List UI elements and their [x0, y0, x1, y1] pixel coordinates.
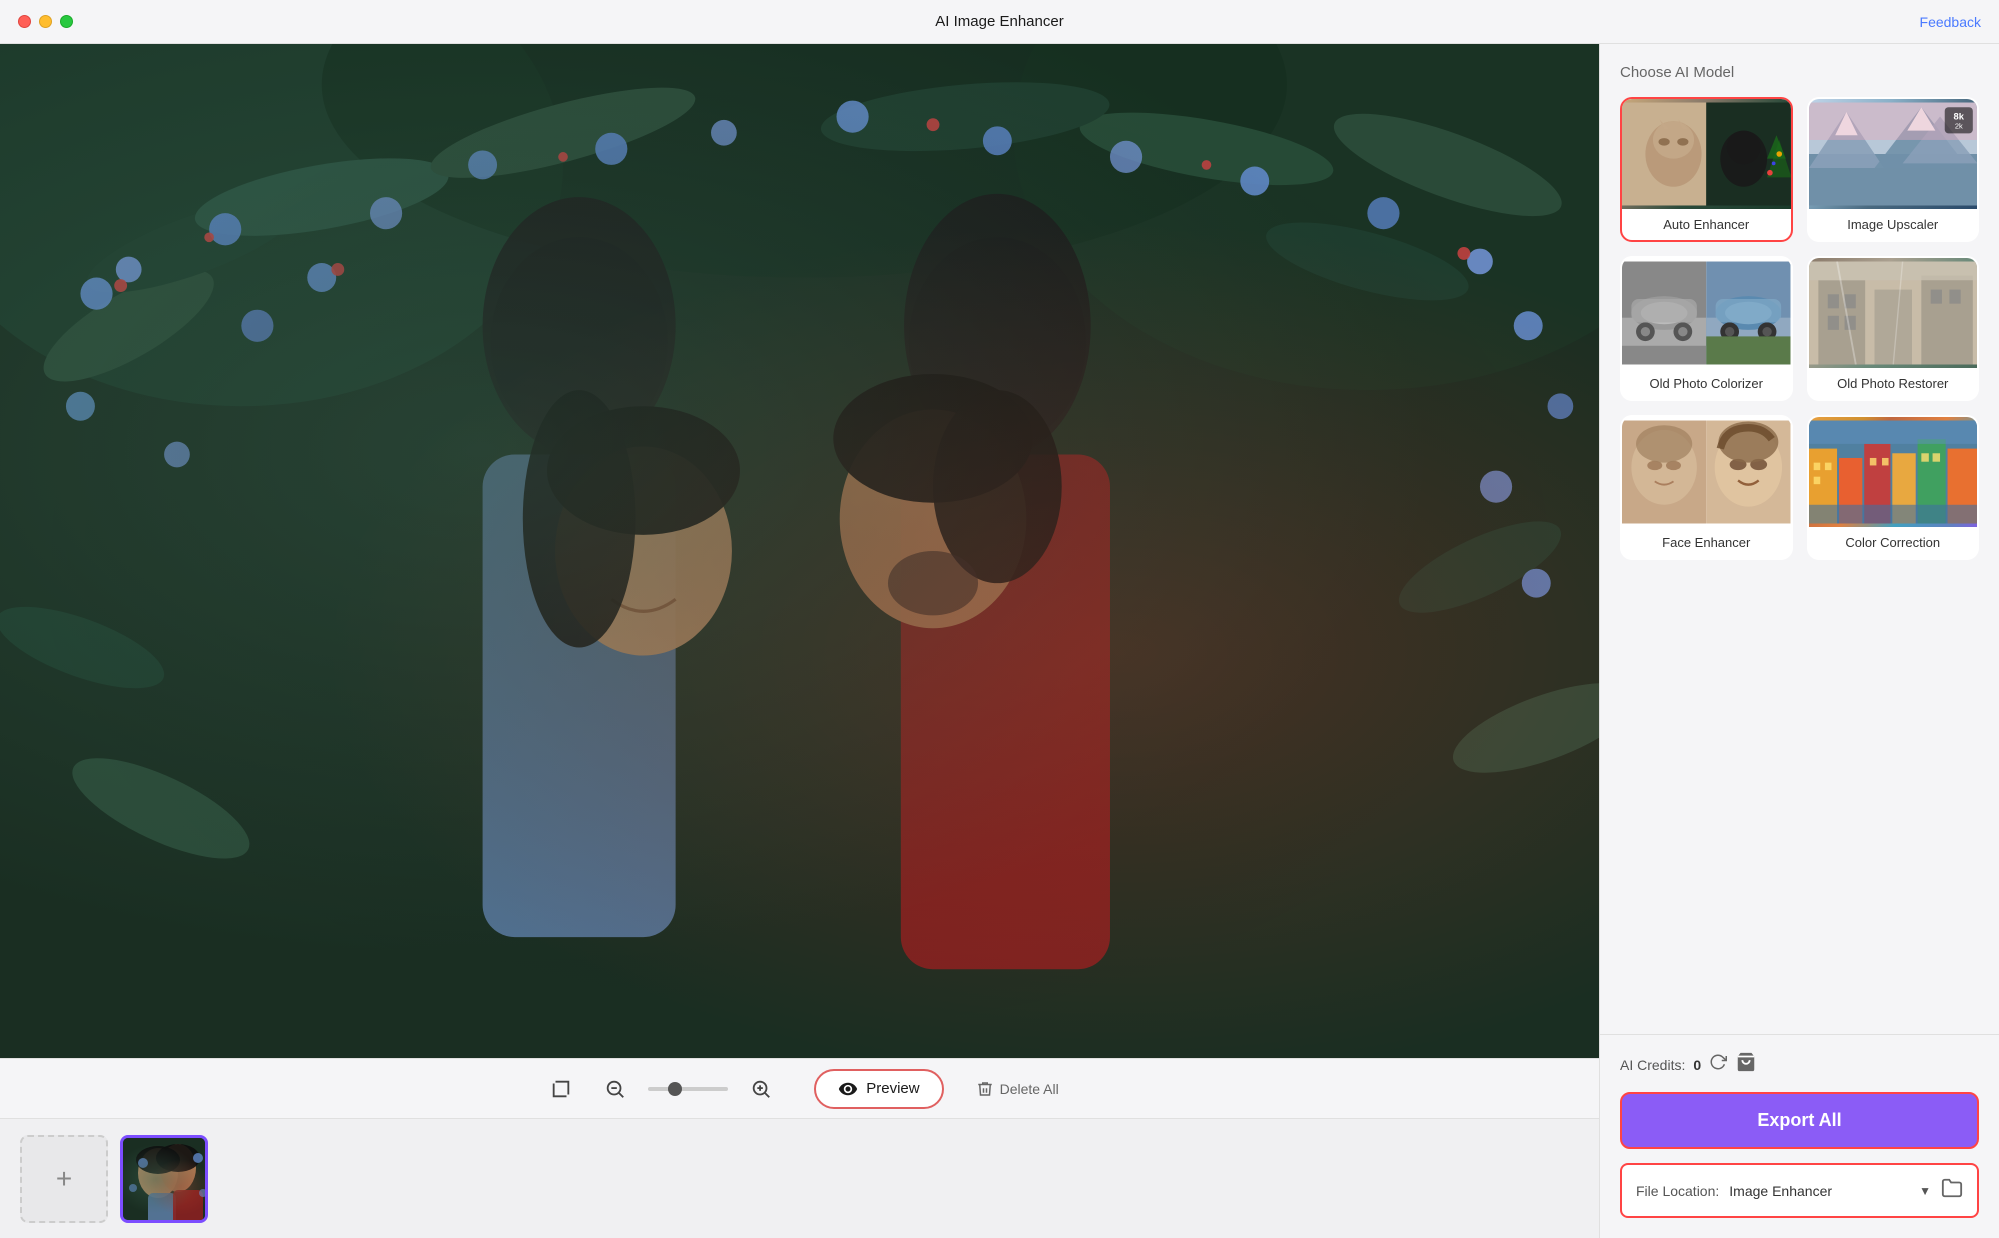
- export-all-button[interactable]: Export All: [1620, 1092, 1979, 1149]
- color-correction-svg: [1809, 417, 1978, 527]
- thumb-image-svg: [123, 1138, 208, 1223]
- app-window: AI Image Enhancer Feedback: [0, 0, 1999, 1238]
- model-card-old-photo-colorizer[interactable]: Old Photo Colorizer: [1620, 256, 1793, 401]
- folder-icon: [1941, 1177, 1963, 1199]
- face-enhancer-svg: [1622, 417, 1791, 527]
- model-card-face-enhancer[interactable]: Face Enhancer: [1620, 415, 1793, 560]
- eye-icon: [838, 1079, 858, 1099]
- colorizer-svg: [1622, 258, 1791, 368]
- image-upscaler-svg: 8k 2k: [1809, 99, 1978, 209]
- model-thumb-auto-enhancer: [1622, 99, 1791, 209]
- model-card-auto-enhancer[interactable]: Auto Enhancer: [1620, 97, 1793, 242]
- right-panel: Choose AI Model: [1599, 44, 1999, 1238]
- ai-credits-row: AI Credits: 0: [1620, 1051, 1979, 1078]
- model-thumb-face-enhancer: [1622, 417, 1791, 527]
- preview-button[interactable]: Preview: [814, 1069, 943, 1109]
- add-image-button[interactable]: +: [20, 1135, 108, 1223]
- ai-credits-label: AI Credits:: [1620, 1057, 1685, 1073]
- model-grid: Auto Enhancer: [1620, 97, 1979, 560]
- title-bar: AI Image Enhancer Feedback: [0, 0, 1999, 44]
- file-location-row: File Location: Image Enhancer Desktop Do…: [1620, 1163, 1979, 1218]
- zoom-in-icon: [750, 1078, 772, 1100]
- crop-button[interactable]: [540, 1072, 582, 1106]
- model-label-auto-enhancer: Auto Enhancer: [1622, 209, 1791, 240]
- zoom-slider[interactable]: [648, 1087, 728, 1091]
- open-folder-button[interactable]: [1941, 1177, 1963, 1204]
- bottom-controls: AI Credits: 0: [1600, 1034, 1999, 1238]
- model-card-old-photo-restorer[interactable]: Old Photo Restorer: [1807, 256, 1980, 401]
- refresh-icon: [1709, 1053, 1727, 1071]
- filmstrip: +: [0, 1118, 1599, 1238]
- trash-icon: [976, 1080, 994, 1098]
- delete-all-label: Delete All: [1000, 1081, 1059, 1097]
- zoom-out-icon: [604, 1078, 626, 1100]
- svg-text:8k: 8k: [1953, 111, 1964, 121]
- model-card-color-correction[interactable]: Color Correction: [1807, 415, 1980, 560]
- preview-label: Preview: [866, 1080, 919, 1097]
- model-thumb-old-photo-colorizer: [1622, 258, 1791, 368]
- delete-all-button[interactable]: Delete All: [976, 1080, 1059, 1098]
- main-content: Preview Delete All +: [0, 44, 1999, 1238]
- feedback-link[interactable]: Feedback: [1920, 14, 1981, 30]
- dropdown-arrow-icon: ▼: [1919, 1184, 1931, 1198]
- file-location-select[interactable]: Image Enhancer Desktop Documents Downloa…: [1729, 1183, 1909, 1199]
- model-label-old-photo-colorizer: Old Photo Colorizer: [1622, 368, 1791, 399]
- main-image: [0, 44, 1599, 1058]
- traffic-lights: [18, 15, 73, 28]
- auto-enhancer-svg: [1622, 99, 1791, 209]
- filmstrip-thumbnail-1[interactable]: [120, 1135, 208, 1223]
- ai-credits-count: 0: [1693, 1057, 1701, 1073]
- plus-icon: +: [56, 1163, 72, 1195]
- svg-text:2k: 2k: [1954, 122, 1962, 131]
- model-thumb-image-upscaler: 8k 2k: [1809, 99, 1978, 209]
- model-card-image-upscaler[interactable]: 8k 2k Image Upscaler: [1807, 97, 1980, 242]
- ai-model-section-title: Choose AI Model: [1620, 64, 1979, 81]
- model-label-old-photo-restorer: Old Photo Restorer: [1809, 368, 1978, 399]
- ai-model-section: Choose AI Model: [1600, 44, 1999, 1034]
- cart-icon: [1735, 1051, 1757, 1073]
- model-label-face-enhancer: Face Enhancer: [1622, 527, 1791, 558]
- zoom-out-button[interactable]: [594, 1072, 636, 1106]
- model-thumb-color-correction: [1809, 417, 1978, 527]
- toolbar: Preview Delete All: [0, 1058, 1599, 1118]
- file-location-label: File Location:: [1636, 1183, 1719, 1199]
- image-area: [0, 44, 1599, 1058]
- couple-photo-svg: [0, 44, 1599, 1058]
- model-thumb-old-photo-restorer: [1809, 258, 1978, 368]
- refresh-credits-button[interactable]: [1709, 1053, 1727, 1076]
- zoom-slider-container: [648, 1087, 728, 1091]
- close-button[interactable]: [18, 15, 31, 28]
- crop-icon: [550, 1078, 572, 1100]
- zoom-in-button[interactable]: [740, 1072, 782, 1106]
- left-panel: Preview Delete All +: [0, 44, 1599, 1238]
- minimize-button[interactable]: [39, 15, 52, 28]
- model-label-image-upscaler: Image Upscaler: [1809, 209, 1978, 240]
- app-title: AI Image Enhancer: [935, 13, 1063, 30]
- cart-button[interactable]: [1735, 1051, 1757, 1078]
- model-label-color-correction: Color Correction: [1809, 527, 1978, 558]
- maximize-button[interactable]: [60, 15, 73, 28]
- restorer-svg: [1809, 258, 1978, 368]
